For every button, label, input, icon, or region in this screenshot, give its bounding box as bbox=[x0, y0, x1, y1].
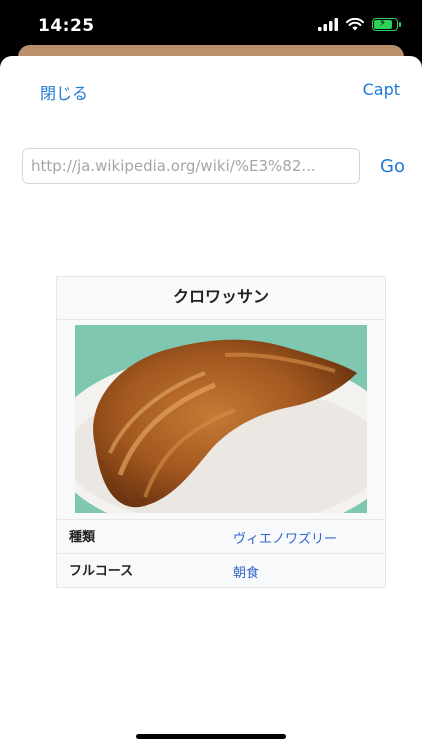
row-value-type-link[interactable]: ヴィエノワズリー bbox=[233, 528, 337, 547]
infobox-title: クロワッサン bbox=[57, 277, 385, 320]
signal-icon bbox=[318, 18, 338, 31]
home-indicator bbox=[136, 734, 286, 739]
infobox-row: フルコース 朝食 bbox=[57, 553, 385, 587]
infobox-row: 種類 ヴィエノワズリー bbox=[57, 519, 385, 554]
url-input[interactable]: http://ja.wikipedia.org/wiki/%E3%82... bbox=[22, 148, 360, 184]
status-time: 14:25 bbox=[38, 16, 95, 36]
close-button[interactable]: 閉じる bbox=[40, 80, 88, 104]
row-label-course: フルコース bbox=[69, 564, 134, 579]
wifi-icon bbox=[346, 18, 364, 31]
battery-icon: ⚡ bbox=[372, 18, 401, 31]
wiki-infobox: クロワッサン 種類 ヴィエノワズリー フルコース 朝食 bbox=[56, 276, 386, 588]
capture-button[interactable]: Capt bbox=[363, 80, 400, 99]
row-label-type: 種類 bbox=[69, 530, 96, 545]
croissant-photo bbox=[75, 325, 367, 513]
go-button[interactable]: Go bbox=[380, 156, 405, 177]
status-icons: ⚡ bbox=[318, 18, 401, 31]
browser-sheet: 閉じる Capt http://ja.wikipedia.org/wiki/%E… bbox=[0, 56, 422, 750]
row-value-course-link[interactable]: 朝食 bbox=[233, 562, 259, 581]
status-bar: 14:25 ⚡ bbox=[0, 0, 422, 48]
